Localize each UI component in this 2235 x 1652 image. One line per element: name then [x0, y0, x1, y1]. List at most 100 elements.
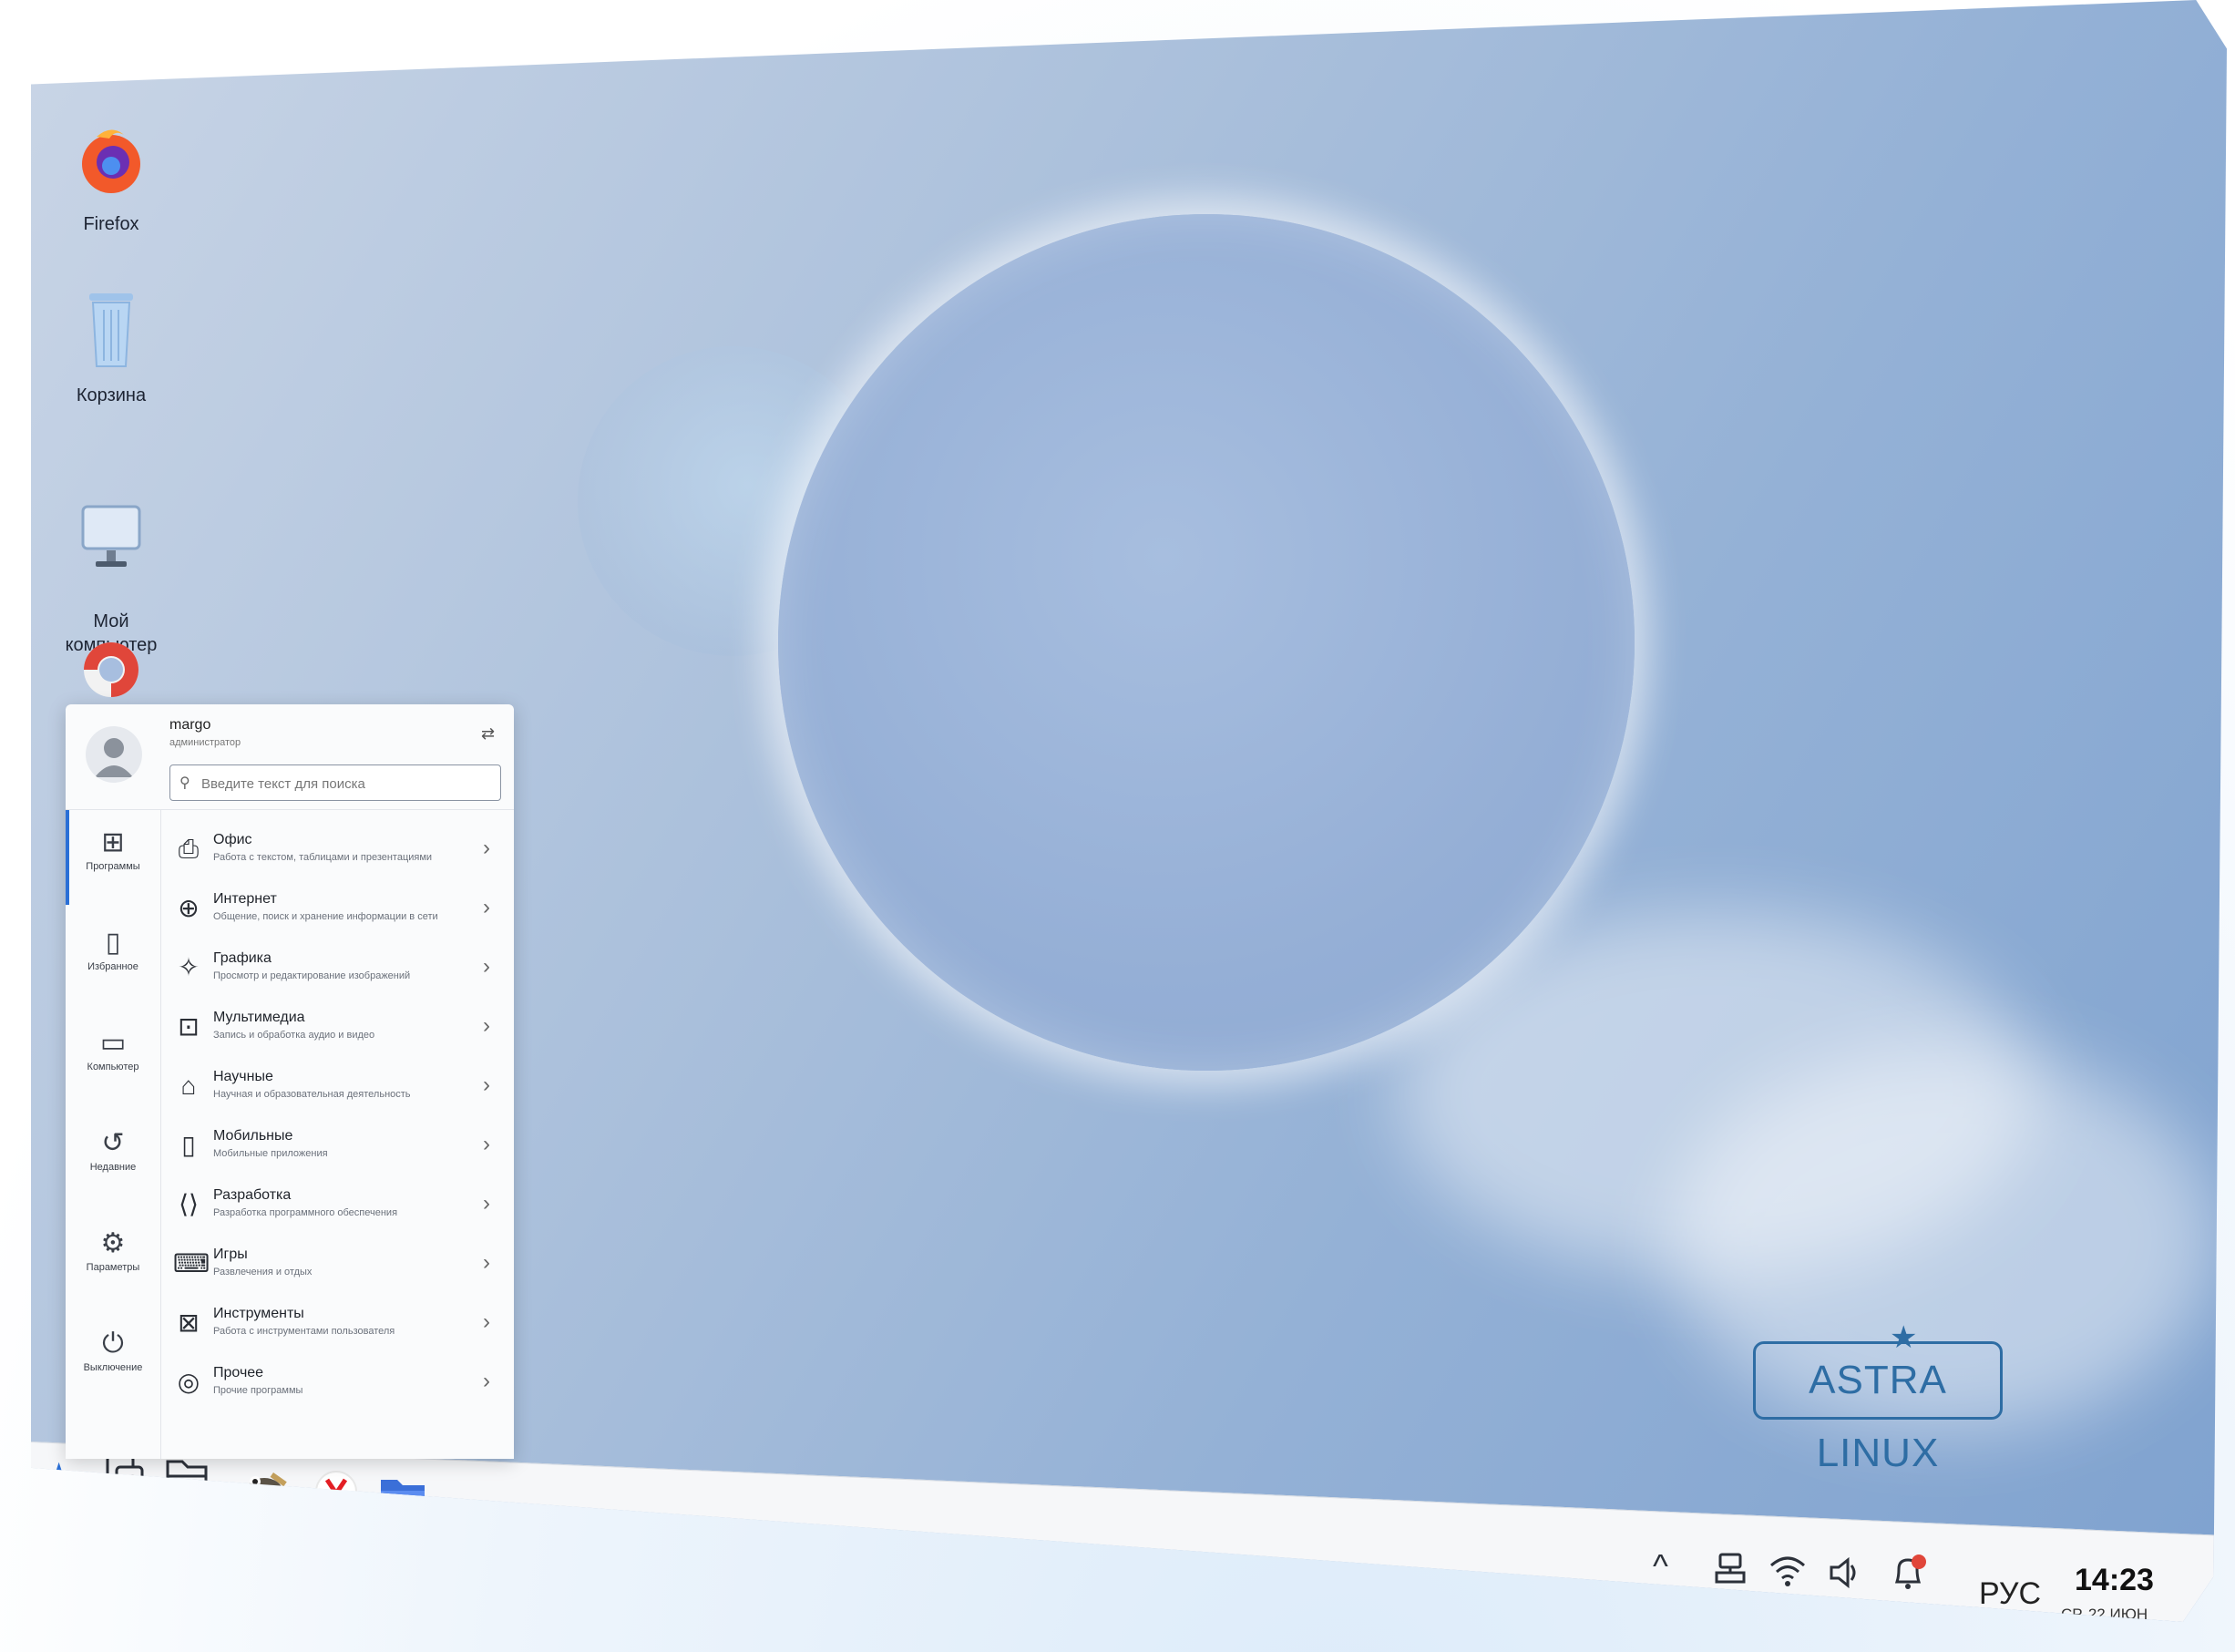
user-role: администратор: [169, 737, 241, 748]
eclipse-sphere: [778, 214, 1635, 1071]
nav-item-label: Недавние: [89, 1162, 137, 1173]
network-manager-icon[interactable]: [1713, 1551, 1748, 1596]
sliders-icon[interactable]: ⇄: [481, 724, 495, 744]
nav-item-label: Избранное: [87, 961, 138, 972]
desktop-icon-trash[interactable]: Корзина: [43, 288, 179, 407]
desktop-icon-label: Firefox: [83, 214, 139, 234]
nav-item-favorites[interactable]: ▯ Избранное: [66, 910, 160, 1005]
category-development[interactable]: ⟨⟩ Разработка Разработка программного об…: [168, 1176, 507, 1235]
start-star-icon[interactable]: ★: [40, 1451, 77, 1505]
category-graphics[interactable]: ✧ Графика Просмотр и редактирование изоб…: [168, 939, 507, 998]
category-title: Мультимедиа: [213, 1010, 305, 1025]
category-desc: Запись и обработка аудио и видео: [213, 1030, 375, 1041]
category-desc: Прочие программы: [213, 1385, 303, 1396]
help-lifebuoy-icon: [43, 638, 179, 708]
category-desc: Общение, поиск и хранение информации в с…: [213, 911, 438, 922]
category-title: Мобильные: [213, 1128, 293, 1144]
folder-icon[interactable]: [379, 1474, 426, 1533]
search-box[interactable]: ⚲: [169, 764, 501, 801]
category-desc: Работа с текстом, таблицами и презентаци…: [213, 852, 433, 863]
category-games[interactable]: ⌨ Игры Развлечения и отдых ›: [168, 1236, 507, 1294]
chevron-right-icon: ›: [483, 1013, 490, 1038]
yandex-browser-icon[interactable]: [313, 1469, 359, 1527]
search-input[interactable]: [200, 771, 495, 796]
clock-time[interactable]: 14:23: [2075, 1563, 2154, 1598]
category-desc: Просмотр и редактирование изображений: [213, 970, 411, 981]
category-desc: Работа с инструментами пользователя: [213, 1326, 395, 1337]
avatar[interactable]: [86, 726, 142, 783]
chevron-right-icon: ›: [483, 1132, 490, 1156]
monitor-icon: ▭: [99, 1028, 127, 1058]
nav-item-label: Компьютер: [87, 1062, 139, 1072]
nav-item-recent[interactable]: ↺ Недавние: [66, 1111, 160, 1206]
category-title: Научные: [213, 1069, 273, 1084]
category-title: Интернет: [213, 891, 277, 907]
nav-item-label: Программы: [86, 861, 140, 872]
category-other[interactable]: ◎ Прочее Прочие программы ›: [168, 1354, 507, 1412]
nav-item-power[interactable]: ⏻ Выключение: [66, 1311, 160, 1406]
chevron-right-icon: ›: [483, 895, 490, 919]
gimp-icon[interactable]: [242, 1463, 293, 1524]
firefox-icon: [43, 120, 179, 205]
start-menu: margo администратор ⇄ ⚲ ⊞ Программы ▯ Из…: [66, 704, 514, 1459]
chevron-right-icon: ›: [483, 1191, 490, 1216]
bookmark-icon: ▯: [105, 928, 121, 958]
category-mobile[interactable]: ▯ Мобильные Мобильные приложения ›: [168, 1117, 507, 1175]
nav-item-label: Параметры: [86, 1262, 140, 1273]
category-multimedia[interactable]: ⊡ Мультимедиа Запись и обработка аудио и…: [168, 999, 507, 1057]
files-icon[interactable]: [164, 1454, 210, 1518]
keyboard-layout-indicator[interactable]: РУС: [1979, 1576, 2041, 1612]
notifications-bell-icon[interactable]: [1890, 1553, 1928, 1601]
windows-icon[interactable]: [104, 1452, 148, 1516]
chevron-up-icon[interactable]: ^: [1653, 1547, 1668, 1585]
nav-item-programs[interactable]: ⊞ Программы: [66, 810, 160, 905]
graduation-cap-icon: ⌂: [180, 1072, 197, 1100]
tools-icon: ⊠: [178, 1308, 200, 1337]
category-title: Игры: [213, 1247, 248, 1262]
start-menu-nav: ⊞ Программы ▯ Избранное ▭ Компьютер ↺ Не…: [66, 810, 161, 1459]
category-science[interactable]: ⌂ Научные Научная и образовательная деят…: [168, 1058, 507, 1116]
gamepad-icon: ⌨: [173, 1249, 210, 1277]
trash-icon: [43, 288, 179, 376]
volume-icon[interactable]: [1828, 1556, 1861, 1597]
desktop-icon-firefox[interactable]: Firefox: [43, 120, 179, 236]
misc-icon: ◎: [177, 1368, 200, 1396]
chevron-right-icon: ›: [483, 954, 490, 979]
category-tools[interactable]: ⊠ Инструменты Работа с инструментами пол…: [168, 1295, 507, 1353]
astra-linux-logo: ASTRA LINUX: [1753, 1341, 2003, 1475]
phone-icon: ▯: [181, 1131, 196, 1159]
category-desc: Мобильные приложения: [213, 1148, 328, 1159]
nav-item-computer[interactable]: ▭ Компьютер: [66, 1011, 160, 1105]
desktop-screen: Firefox Корзина Мой компьютер: [31, 0, 2227, 1622]
code-icon: ⟨⟩: [179, 1190, 199, 1218]
desktop-icon-label: Корзина: [76, 385, 147, 405]
history-icon: ↺: [101, 1128, 125, 1158]
chevron-right-icon: ›: [483, 1309, 490, 1334]
chevron-right-icon: ›: [483, 1250, 490, 1275]
category-office[interactable]: ⎙ Офис Работа с текстом, таблицами и пре…: [168, 821, 507, 879]
chevron-right-icon: ›: [483, 1369, 490, 1393]
category-internet[interactable]: ⊕ Интернет Общение, поиск и хранение инф…: [168, 880, 507, 939]
chevron-right-icon: ›: [483, 836, 490, 860]
clock-date: СР, 22 ИЮН: [2061, 1606, 2148, 1622]
power-icon: ⏻: [102, 1329, 124, 1359]
user-name: margo: [169, 717, 211, 733]
chevron-right-icon: ›: [483, 1072, 490, 1097]
apps-grid-icon: ⊞: [101, 827, 125, 857]
category-title: Графика: [213, 950, 272, 966]
printer-icon: ⎙: [178, 835, 200, 863]
wifi-icon[interactable]: [1769, 1555, 1806, 1596]
play-icon: ⊡: [178, 1012, 200, 1041]
sparkle-icon: ✧: [178, 953, 200, 981]
category-desc: Научная и образовательная деятельность: [213, 1089, 411, 1100]
nav-item-settings[interactable]: ⚙ Параметры: [66, 1211, 160, 1306]
gear-icon: ⚙: [100, 1228, 126, 1258]
start-menu-header: margo администратор ⇄ ⚲: [66, 704, 514, 810]
category-title: Офис: [213, 832, 252, 847]
category-desc: Разработка программного обеспечения: [213, 1207, 398, 1218]
nav-item-label: Выключение: [83, 1362, 143, 1373]
computer-icon: [43, 479, 179, 579]
category-title: Прочее: [213, 1365, 264, 1380]
search-icon: ⚲: [179, 775, 190, 791]
category-title: Инструменты: [213, 1306, 304, 1321]
